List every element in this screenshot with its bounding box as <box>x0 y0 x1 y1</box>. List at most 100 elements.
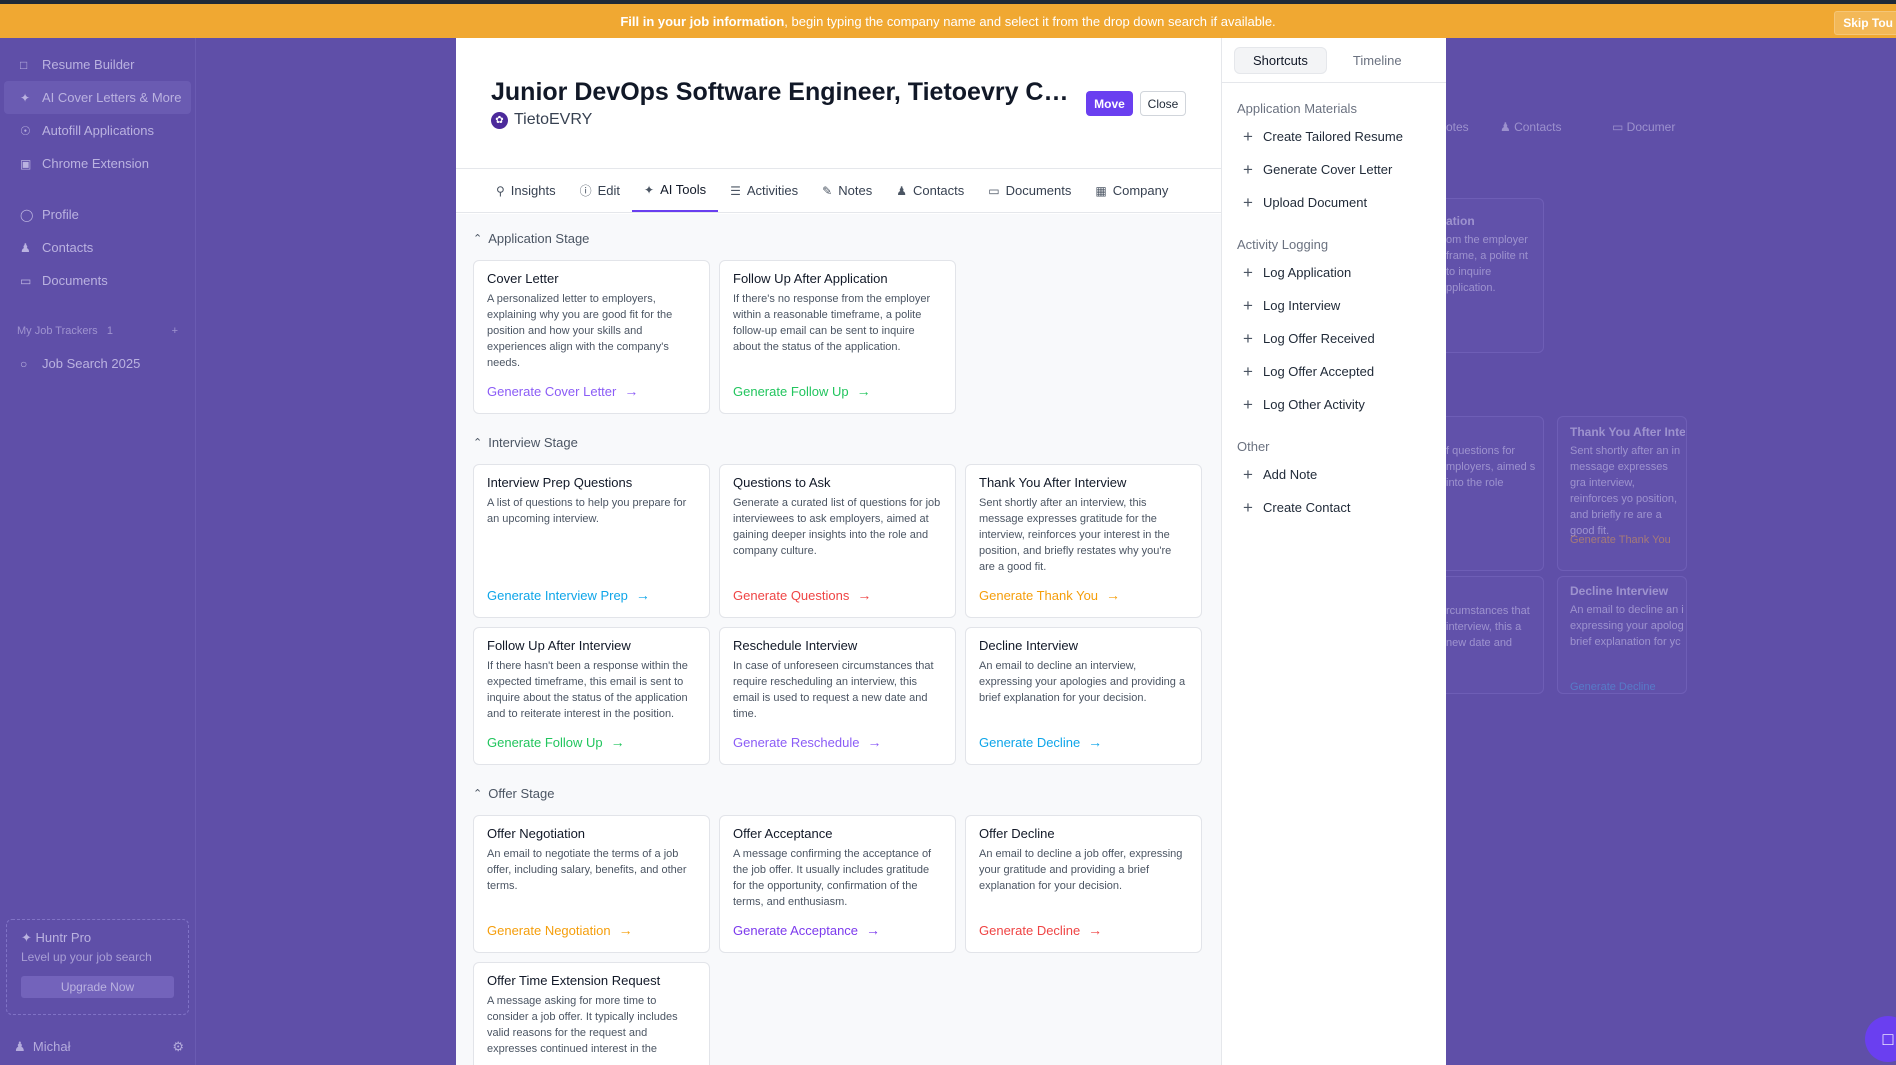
tab-ai-tools[interactable]: ✦ AI Tools <box>632 169 719 212</box>
section-interview-stage[interactable]: ⌃ Interview Stage <box>473 432 1203 452</box>
log-offer-accepted-item[interactable]: + Log Offer Accepted <box>1237 355 1431 388</box>
card-desc: An email to decline a job offer, express… <box>979 848 1183 892</box>
card-title: Reschedule Interview <box>733 638 858 653</box>
chevron-up-icon: ⌃ <box>473 436 483 449</box>
card-title: Questions to Ask <box>733 475 831 490</box>
tab-insights[interactable]: ⚲ Insights <box>484 169 568 212</box>
arrow-right-icon: → <box>624 383 639 399</box>
log-offer-received-item[interactable]: + Log Offer Received <box>1237 322 1431 355</box>
arrow-right-icon: → <box>610 734 625 750</box>
contacts-icon: ♟ <box>896 183 907 198</box>
generate-cover-letter-item[interactable]: + Generate Cover Letter <box>1237 153 1431 186</box>
card-desc: If there hasn't been a response within t… <box>487 660 688 720</box>
sidebar-item-job-search[interactable]: ○ Job Search 2025 <box>0 347 195 380</box>
sidebar-item-profile[interactable]: ◯ Profile <box>0 198 195 231</box>
card-offer-acceptance: Offer Acceptance A message confirming th… <box>719 815 956 953</box>
generate-thank-you-link[interactable]: Generate Thank You → <box>979 587 1120 603</box>
close-button[interactable]: Close <box>1140 91 1186 116</box>
building-icon: ▦ <box>1095 183 1107 198</box>
settings-icon[interactable]: ⚙ <box>172 1039 184 1055</box>
upload-document-item[interactable]: + Upload Document <box>1237 186 1431 219</box>
section-offer-stage[interactable]: ⌃ Offer Stage <box>473 783 1203 803</box>
bg-card-3-link: Generate Thank You <box>1570 534 1671 546</box>
generate-follow-up-link[interactable]: Generate Follow Up → <box>733 383 871 399</box>
card-title: Cover Letter <box>487 271 559 286</box>
group-title: Other <box>1237 439 1270 454</box>
generate-acceptance-link[interactable]: Generate Acceptance → <box>733 922 880 938</box>
group-activity-logging: Activity Logging + Log Application + Log I… <box>1222 237 1446 421</box>
arrow-right-icon: → <box>867 734 882 750</box>
move-button[interactable]: Move <box>1086 91 1133 116</box>
card-cover-letter: Cover Letter A personalized letter to em… <box>473 260 710 414</box>
arrow-right-icon: → <box>635 587 650 603</box>
generate-decline-link[interactable]: Generate Decline → <box>979 734 1102 750</box>
add-tracker-icon[interactable]: + <box>172 325 178 337</box>
tab-company[interactable]: ▦ Company <box>1083 169 1180 212</box>
card-title: Offer Time Extension Request <box>487 973 661 988</box>
avatar: ♟ <box>14 1039 26 1054</box>
card-desc: In case of unforeseen circumstances that… <box>733 660 934 720</box>
log-interview-item[interactable]: + Log Interview <box>1237 289 1431 322</box>
generate-decline-link[interactable]: Generate Decline → <box>979 922 1102 938</box>
card-offer-negotiation: Offer Negotiation An email to negotiate … <box>473 815 710 953</box>
tab-contacts[interactable]: ♟ Contacts <box>884 169 976 212</box>
pro-subtitle: Level up your job search <box>21 950 152 964</box>
arrow-right-icon: → <box>1106 587 1121 603</box>
tab-timeline[interactable]: Timeline <box>1335 48 1420 73</box>
card-follow-up-application: Follow Up After Application If there's n… <box>719 260 956 414</box>
tab-notes[interactable]: ✎ Notes <box>810 169 884 212</box>
sidebar-item-chrome-extension[interactable]: ▣ Chrome Extension <box>0 147 195 180</box>
card-desc: A message confirming the acceptance of t… <box>733 848 932 908</box>
bg-card-3-title: Thank You After Inte <box>1570 425 1685 439</box>
sidebar-item-ai-cover-letters[interactable]: ✦ AI Cover Letters & More <box>4 81 191 114</box>
card-offer-time-extension: Offer Time Extension Request A message a… <box>473 962 710 1065</box>
card-desc: An email to negotiate the terms of a job… <box>487 848 687 892</box>
bg-card-4-desc: rcumstances that interview, this a new d… <box>1446 605 1530 649</box>
generate-follow-up-link[interactable]: Generate Follow Up → <box>487 734 625 750</box>
onboarding-banner: Fill in your job information, begin typi… <box>0 0 1896 38</box>
skip-tour-button[interactable]: Skip Tou <box>1834 11 1896 35</box>
user-name: Michał <box>32 1039 71 1054</box>
plus-icon: + <box>1243 160 1253 179</box>
card-desc: Generate a curated list of questions for… <box>733 497 941 557</box>
plus-icon: + <box>1243 263 1253 282</box>
sidebar-item-resume-builder[interactable]: □ Resume Builder <box>0 48 195 81</box>
upgrade-button[interactable]: Upgrade Now <box>21 976 174 998</box>
user-row[interactable]: ♟ Michał ⚙ <box>14 1039 184 1055</box>
add-note-item[interactable]: + Add Note <box>1237 458 1431 491</box>
arrow-right-icon: → <box>856 383 871 399</box>
bg-card-3-desc: Sent shortly after an in message express… <box>1570 445 1681 537</box>
tab-shortcuts[interactable]: Shortcuts <box>1234 46 1327 74</box>
card-thank-you: Thank You After Interview Sent shortly a… <box>965 464 1202 618</box>
generate-negotiation-link[interactable]: Generate Negotiation → <box>487 922 633 938</box>
create-contact-item[interactable]: + Create Contact <box>1237 491 1431 524</box>
section-application-stage[interactable]: ⌃ Application Stage <box>473 228 1203 248</box>
sidebar: □ Resume Builder ✦ AI Cover Letters & More… <box>0 38 196 1065</box>
sidebar-item-documents[interactable]: ▭ Documents <box>0 264 195 297</box>
sidebar-item-autofill[interactable]: ☉ Autofill Applications <box>0 114 195 147</box>
card-title: Interview Prep Questions <box>487 475 633 490</box>
generate-questions-link[interactable]: Generate Questions → <box>733 587 871 603</box>
plus-icon: + <box>1243 498 1253 517</box>
tab-edit[interactable]: ⓘ Edit <box>568 169 632 212</box>
generate-cover-letter-link[interactable]: Generate Cover Letter → <box>487 383 638 399</box>
tab-documents[interactable]: ▭ Documents <box>976 169 1083 212</box>
sidebar-item-contacts[interactable]: ♟ Contacts <box>0 231 195 264</box>
plus-icon: + <box>1243 329 1253 348</box>
autofill-icon: ☉ <box>20 123 31 138</box>
card-title: Decline Interview <box>979 638 1078 653</box>
profile-icon: ◯ <box>20 207 34 222</box>
create-tailored-resume-item[interactable]: + Create Tailored Resume <box>1237 120 1431 153</box>
log-application-item[interactable]: + Log Application <box>1237 256 1431 289</box>
card-title: Thank You After Interview <box>979 475 1127 490</box>
log-other-activity-item[interactable]: + Log Other Activity <box>1237 388 1431 421</box>
arrow-right-icon: → <box>857 587 872 603</box>
job-title: Junior DevOps Software Engineer, Tietoev… <box>491 78 1071 106</box>
plus-icon: + <box>1243 395 1253 414</box>
generate-reschedule-link[interactable]: Generate Reschedule → <box>733 734 881 750</box>
tab-activities[interactable]: ☰ Activities <box>718 169 810 212</box>
generate-interview-prep-link[interactable]: Generate Interview Prep → <box>487 587 650 603</box>
folder-icon: ▭ <box>988 183 1000 198</box>
tracker-icon: ○ <box>20 356 28 371</box>
card-title: Follow Up After Application <box>733 271 888 286</box>
